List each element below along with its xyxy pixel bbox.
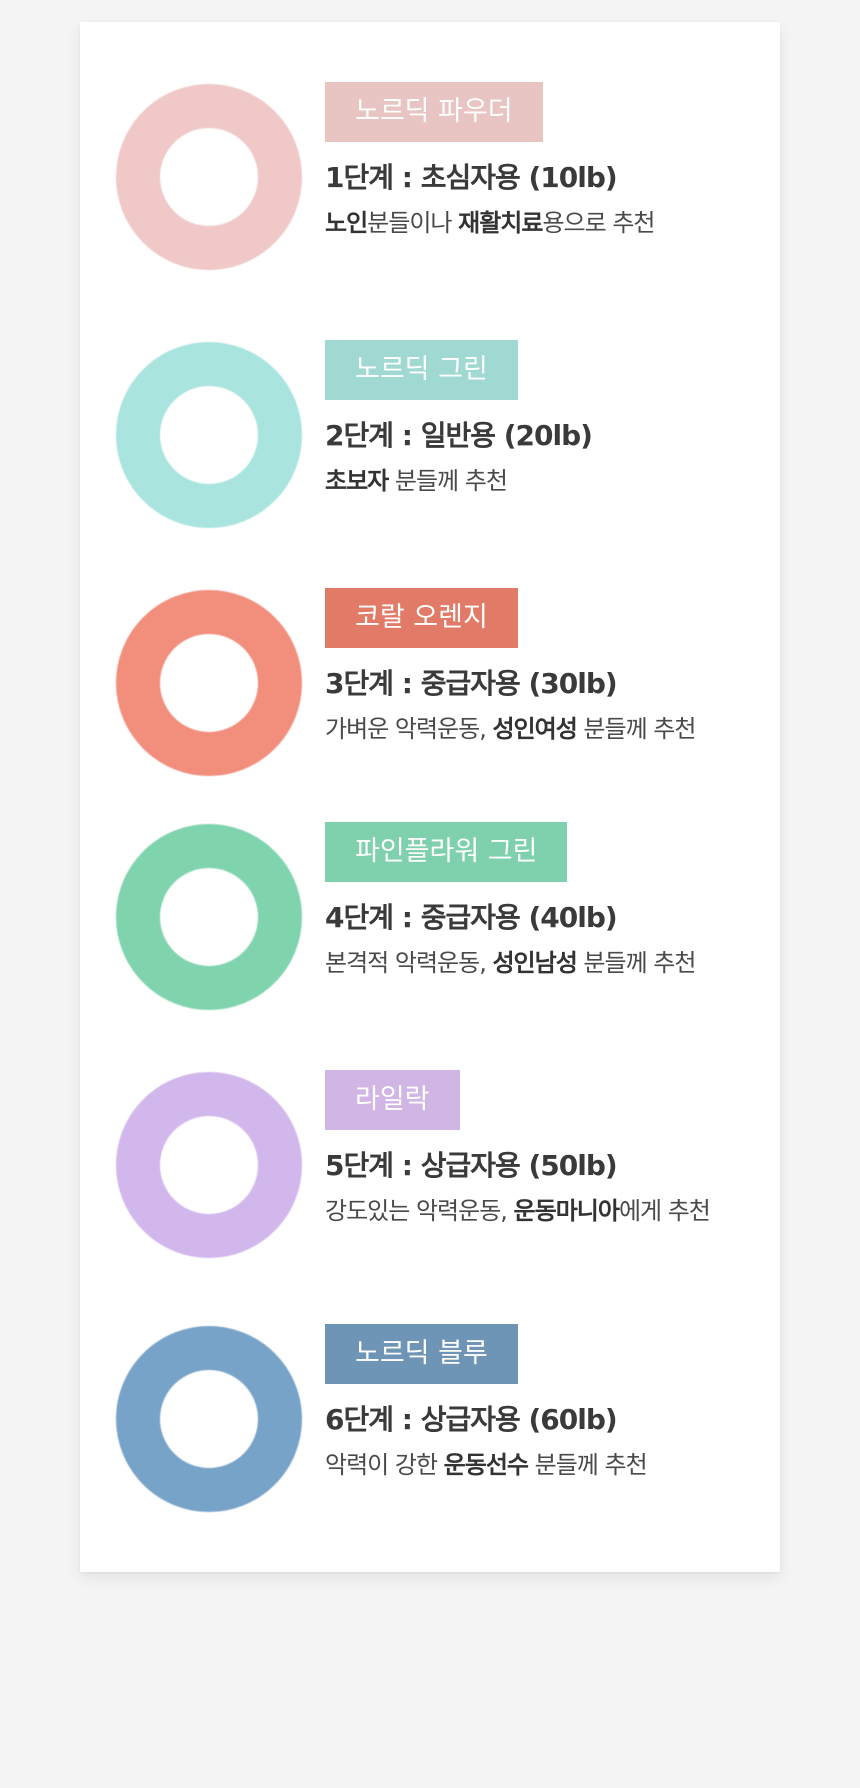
color-badge: 노르딕 그린 — [325, 340, 518, 400]
description-text: 악력이 강한 — [325, 1451, 444, 1479]
grip-ring-image — [116, 1326, 302, 1512]
color-badge: 코랄 오렌지 — [325, 588, 518, 648]
description-highlight: 성인남성 — [492, 949, 577, 977]
level-title: 5단계 : 상급자용 (50lb) — [325, 1149, 618, 1182]
color-badge: 파인플라워 그린 — [325, 822, 568, 882]
grip-ring-image — [116, 84, 302, 270]
color-badge: 노르딕 파우더 — [325, 82, 543, 142]
grip-ring-image — [116, 1072, 302, 1258]
level-description: 악력이 강한 운동선수 분들께 추천 — [325, 1445, 648, 1480]
color-badge: 라일락 — [325, 1070, 460, 1130]
level-item: 라일락 5단계 : 상급자용 (50lb) 강도있는 악력운동, 운동마니아에게… — [80, 1070, 780, 1282]
description-text: 분들께 추천 — [388, 467, 508, 495]
grip-ring-image — [116, 590, 302, 776]
grip-ring-image — [116, 824, 302, 1010]
level-description: 본격적 악력운동, 성인남성 분들께 추천 — [325, 943, 696, 978]
description-highlight: 초보자 — [325, 467, 389, 495]
description-text: 가벼운 악력운동, — [325, 715, 493, 743]
description-highlight: 재활치료 — [458, 209, 543, 237]
grip-ring-image — [116, 342, 302, 528]
description-highlight: 노인 — [325, 209, 368, 237]
level-item: 노르딕 블루 6단계 : 상급자용 (60lb) 악력이 강한 운동선수 분들께… — [80, 1324, 780, 1536]
product-levels-card: 노르딕 파우더 1단계 : 초심자용 (10lb) 노인분들이나 재활치료용으로… — [80, 22, 780, 1572]
description-text: 분들께 추천 — [576, 949, 696, 977]
description-text: 분들께 추천 — [528, 1451, 648, 1479]
description-text: 본격적 악력운동, — [325, 949, 493, 977]
level-item: 노르딕 파우더 1단계 : 초심자용 (10lb) 노인분들이나 재활치료용으로… — [80, 82, 780, 294]
level-title: 4단계 : 중급자용 (40lb) — [325, 901, 618, 934]
level-description: 강도있는 악력운동, 운동마니아에게 추천 — [325, 1191, 711, 1226]
level-description: 가벼운 악력운동, 성인여성 분들께 추천 — [325, 709, 696, 744]
level-description: 노인분들이나 재활치료용으로 추천 — [325, 203, 655, 238]
level-item: 코랄 오렌지 3단계 : 중급자용 (30lb) 가벼운 악력운동, 성인여성 … — [80, 588, 780, 800]
description-text: 분들께 추천 — [576, 715, 696, 743]
level-title: 3단계 : 중급자용 (30lb) — [325, 667, 618, 700]
color-badge: 노르딕 블루 — [325, 1324, 518, 1384]
level-description: 초보자 분들께 추천 — [325, 461, 508, 496]
description-highlight: 운동마니아 — [513, 1197, 620, 1225]
description-text: 용으로 추천 — [542, 209, 655, 237]
description-highlight: 운동선수 — [443, 1451, 529, 1479]
description-text: 에게 추천 — [618, 1197, 711, 1225]
level-item: 파인플라워 그린 4단계 : 중급자용 (40lb) 본격적 악력운동, 성인남… — [80, 822, 780, 1034]
description-highlight: 성인여성 — [492, 715, 577, 743]
description-text: 강도있는 악력운동, — [325, 1197, 514, 1225]
level-title: 1단계 : 초심자용 (10lb) — [325, 161, 618, 194]
level-title: 6단계 : 상급자용 (60lb) — [325, 1403, 618, 1436]
description-text: 분들이나 — [367, 209, 459, 237]
level-title: 2단계 : 일반용 (20lb) — [325, 419, 593, 452]
level-item: 노르딕 그린 2단계 : 일반용 (20lb) 초보자 분들께 추천 — [80, 340, 780, 552]
